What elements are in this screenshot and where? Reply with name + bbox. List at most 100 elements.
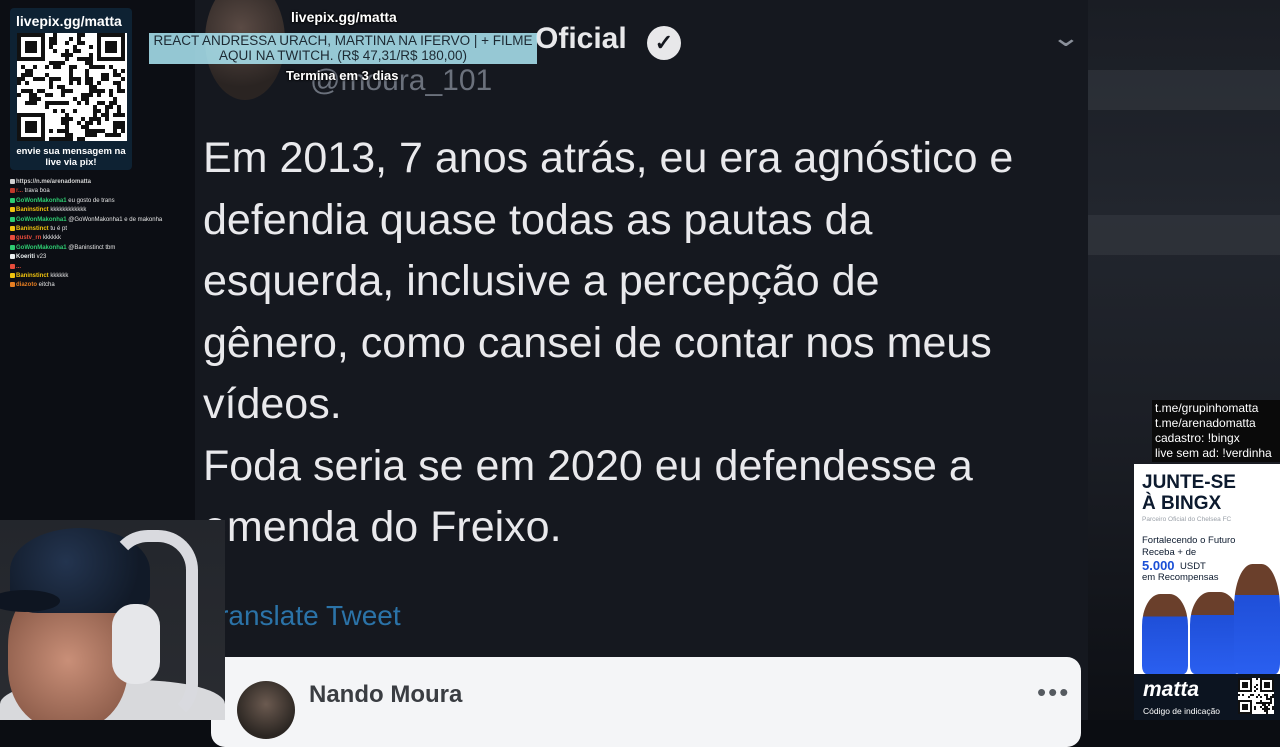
qr-module [69, 89, 73, 93]
chat-badge-icon [10, 225, 15, 231]
verified-badge-icon: ✓ [647, 26, 681, 60]
ad-title-line: À BINGX [1142, 493, 1222, 514]
qr-module [17, 81, 21, 85]
qr-module [81, 41, 85, 45]
chat-username[interactable]: GoWonMakonha1 [16, 198, 68, 204]
chat-message: Baninstinct kkkkkkkkkkkk [10, 206, 185, 215]
chat-message: Baninstinct tu é pt [10, 225, 185, 234]
qr-finder [25, 41, 37, 53]
qr-module [1256, 684, 1258, 686]
chat-username[interactable]: GoWonMakonha1 [16, 245, 68, 251]
ad-text-line: em Recompensas [1142, 572, 1219, 583]
qr-finder [105, 41, 117, 53]
chat-username[interactable]: Baninstinct [16, 226, 50, 232]
qr-module [49, 129, 53, 133]
chat-username[interactable]: ... [16, 264, 21, 270]
chat-text: tu é pt [50, 226, 68, 233]
chat-badge-icon [10, 188, 15, 194]
qr-module [73, 65, 77, 69]
chat-username[interactable]: Baninstinct [16, 273, 50, 279]
qr-module [45, 105, 49, 109]
qr-module [1242, 694, 1244, 696]
livepix-panel-url: livepix.gg/matta [16, 13, 122, 29]
qr-module [33, 65, 37, 69]
tweet-line: gênero, como cansei de contar nos meus [203, 318, 992, 367]
chat-panel: https://n.me/arenadomatta r... trava boa… [10, 178, 185, 291]
chat-message: ... [10, 263, 185, 272]
chat-username[interactable]: GoWonMakonha1 [16, 217, 68, 223]
quoted-tweet-avatar[interactable] [237, 681, 295, 739]
donation-goal-title: REACT ANDRESSA URACH, MARTINA NA IFERVO … [153, 33, 533, 48]
ad-player-image [1190, 592, 1240, 674]
chat-message: GoWonMakonha1 eu gosto de trans [10, 197, 185, 206]
qr-module [69, 81, 73, 85]
qr-module [1260, 696, 1262, 698]
chevron-down-icon[interactable]: ⌄ [1051, 22, 1082, 53]
qr-module [1248, 696, 1250, 698]
qr-module [65, 57, 69, 61]
chat-username[interactable]: diazoto [16, 282, 39, 288]
quoted-tweet-card[interactable]: Nando Moura ••• [211, 657, 1081, 747]
chat-badge-icon [10, 272, 15, 278]
qr-module [93, 133, 97, 137]
qr-module [77, 49, 81, 53]
chat-username[interactable]: https://n.me/arenadomatta [16, 179, 91, 185]
tweet-author-name[interactable]: Oficial [535, 22, 627, 56]
chat-badge-icon [10, 254, 15, 260]
ad-referral-label: Código de indicação [1143, 706, 1221, 716]
ad-amount: 5.000 [1142, 558, 1175, 573]
chat-message: https://n.me/arenadomatta [10, 178, 185, 187]
qr-module [57, 65, 61, 69]
qr-module [97, 93, 101, 97]
qr-module [121, 77, 125, 81]
qr-module [49, 93, 53, 97]
qr-module [65, 41, 69, 45]
chat-username[interactable]: r... [16, 188, 25, 194]
more-options-icon[interactable]: ••• [1037, 677, 1070, 708]
qr-module [1254, 690, 1256, 692]
ad-subtitle: Parceiro Oficial do Chelsea FC [1142, 516, 1232, 523]
ad-text: Fortalecendo o Futuro Receba + de [1142, 535, 1235, 558]
qr-module [53, 41, 57, 45]
qr-module [121, 89, 125, 93]
chat-text: trava boa [24, 188, 50, 195]
qr-module [77, 81, 81, 85]
chat-message: GoWonMakonha1 @GoWonMakonha1 e de makonh… [10, 216, 185, 225]
donation-goal-progress: AQUI NA TWITCH. (R$ 47,31/R$ 180,00) [218, 48, 468, 63]
qr-module [37, 97, 41, 101]
chat-username[interactable]: Baninstinct [16, 207, 50, 213]
info-line: live sem ad: !verdinha [1155, 446, 1272, 460]
qr-module [33, 101, 37, 105]
livepix-url: livepix.gg/matta [291, 9, 397, 25]
qr-module [17, 93, 21, 97]
qr-module [1254, 708, 1256, 710]
qr-module [45, 65, 49, 69]
qr-code-icon [17, 33, 127, 141]
qr-module [57, 77, 61, 81]
qr-module [1238, 694, 1240, 696]
chat-message: Koeriti v23 [10, 253, 185, 262]
chat-badge-icon [10, 178, 15, 184]
qr-module [97, 121, 101, 125]
qr-finder [1242, 704, 1248, 710]
chat-username[interactable]: gustv_rn [16, 235, 43, 241]
qr-module [89, 45, 93, 49]
qr-module [25, 81, 29, 85]
qr-module [101, 89, 105, 93]
qr-module [65, 101, 69, 105]
chat-message: gustv_rn kkkkkk [10, 234, 185, 243]
qr-module [69, 137, 73, 141]
chat-text: kkkkkk [50, 273, 69, 280]
chat-text: kkkkkkkkkkkk [50, 207, 87, 214]
chat-badge-icon [10, 244, 15, 250]
chat-badge-icon [10, 207, 15, 213]
chat-text: @GoWonMakonha1 e de makonha [68, 216, 163, 223]
chat-text: v23 [36, 254, 47, 261]
qr-module [101, 65, 105, 69]
quoted-tweet-author[interactable]: Nando Moura [309, 681, 462, 709]
ad-text-line: Receba + de [1142, 546, 1197, 558]
qr-module [81, 137, 85, 141]
qr-module [1268, 708, 1270, 710]
chat-username[interactable]: Koeriti [16, 254, 37, 260]
translate-tweet-link[interactable]: Translate Tweet [203, 600, 401, 632]
